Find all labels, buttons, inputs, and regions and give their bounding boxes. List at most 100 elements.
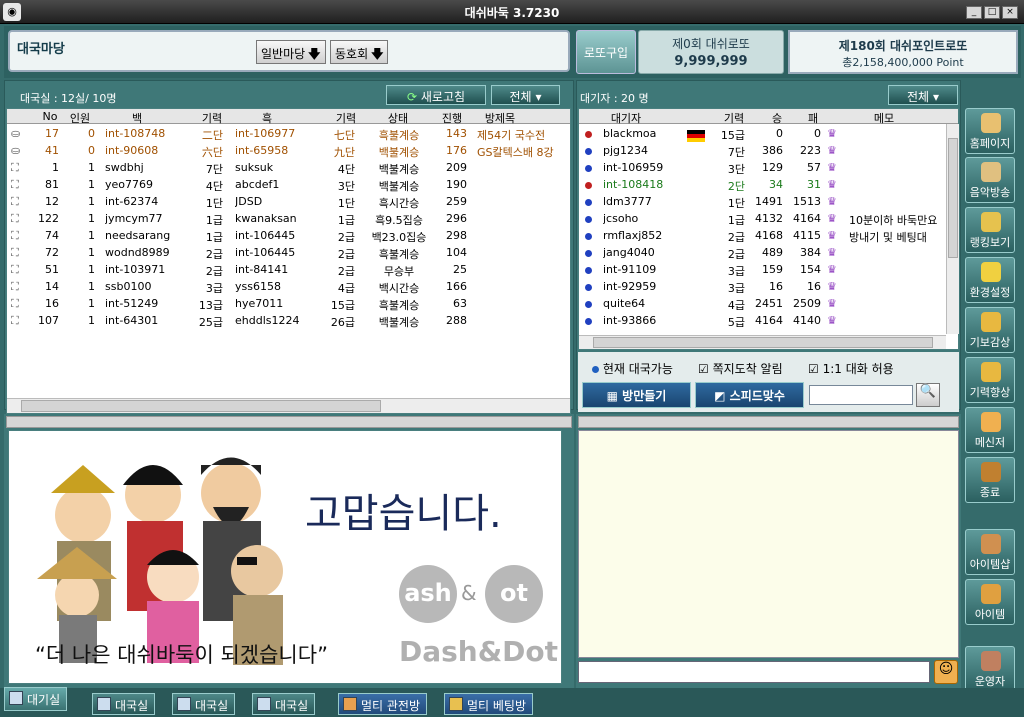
- window-title: 대쉬바둑 3.7230: [464, 6, 560, 20]
- note-alert-checkbox[interactable]: ☑ 쪽지도착 알림: [698, 360, 783, 377]
- list-item[interactable]: quite64 4급 2451 2509 ♛: [579, 296, 946, 313]
- table-row[interactable]: ⛶ 81 1 yeo7769 4단 abcdef1 3단 백불계승 190: [7, 177, 570, 194]
- cell-black: yss6158: [235, 280, 281, 293]
- club-select[interactable]: 동호회 🡇: [330, 40, 389, 64]
- list-item[interactable]: int-108418 2단 34 31 ♛: [579, 177, 946, 194]
- tab-multi-watch[interactable]: 멀티 관전방: [338, 693, 428, 715]
- cell-black: abcdef1: [235, 178, 280, 191]
- point-round: 제180회 대쉬포인트로또: [838, 39, 968, 53]
- cell-wr: 1단: [205, 197, 223, 210]
- cell-moves: 104: [446, 246, 467, 259]
- table-row[interactable]: ⛶ 16 1 int-51249 13급 hye7011 15급 흑불계승 63: [7, 296, 570, 313]
- waiting-filter-select[interactable]: 전체 ▾: [888, 85, 958, 105]
- lobby-type-select[interactable]: 일반마당 🡇: [256, 40, 326, 64]
- tab-multi-bet[interactable]: 멀티 베팅방: [444, 693, 534, 715]
- cell-cnt: 0: [88, 127, 95, 140]
- cell-win: 129: [762, 161, 783, 174]
- list-item[interactable]: int-106959 3단 129 57 ♛: [579, 160, 946, 177]
- sidebar-item-item-box[interactable]: 아이템: [965, 579, 1015, 625]
- sidebar-item-settings[interactable]: 환경설정: [965, 257, 1015, 303]
- cell-cnt: 1: [88, 178, 95, 191]
- cell-state: 흑불계승: [378, 129, 420, 142]
- cell-br: 2급: [337, 231, 355, 244]
- scroll-thumb[interactable]: [21, 400, 381, 412]
- cell-loss: 0: [814, 127, 821, 140]
- room-hscrollbar[interactable]: [7, 398, 570, 413]
- search-button[interactable]: 🔍: [916, 383, 940, 407]
- sidebar-item-music[interactable]: 음악방송: [965, 157, 1015, 203]
- table-row[interactable]: ⛶ 14 1 ssb0100 3급 yss6158 4급 백시간승 166: [7, 279, 570, 296]
- cell-loss: 16: [807, 280, 821, 293]
- cell-win: 1491: [755, 195, 783, 208]
- chat-input[interactable]: [578, 661, 930, 683]
- sidebar-item-exit[interactable]: 종료: [965, 457, 1015, 503]
- list-item[interactable]: jang4040 2급 489 384 ♛: [579, 245, 946, 262]
- list-item[interactable]: jcsoho 1급 4132 4164 10분이하 바둑만요 ♛: [579, 211, 946, 228]
- list-item[interactable]: int-93866 5급 4164 4140 ♛: [579, 313, 946, 330]
- cell-no: 107: [38, 314, 59, 327]
- list-item[interactable]: int-91109 3급 159 154 ♛: [579, 262, 946, 279]
- table-row[interactable]: ⛶ 107 1 int-64301 25급 ehddls1224 26급 백불계승 288: [7, 313, 570, 330]
- tab-game-1[interactable]: 대국실: [92, 693, 156, 715]
- waiting-hscrollbar[interactable]: [579, 335, 946, 349]
- table-row[interactable]: ⛶ 12 1 int-62374 1단 JDSD 1단 흑시간승 259: [7, 194, 570, 211]
- cell-loss: 31: [807, 178, 821, 191]
- lobby-title: 대국마당: [17, 42, 65, 57]
- waiting-vscrollbar[interactable]: [946, 124, 959, 334]
- room-filter-select[interactable]: 전체 ▾: [491, 85, 560, 105]
- cell-br: 3단: [337, 180, 355, 193]
- sidebar-item-board[interactable]: 기보감상: [965, 307, 1015, 353]
- chat-log: [578, 430, 959, 658]
- table-row[interactable]: ⛶ 1 1 swdbhj 7단 suksuk 4단 백불계승 209: [7, 160, 570, 177]
- cell-no: 51: [45, 263, 59, 276]
- banner-splitter[interactable]: [6, 416, 572, 428]
- scroll-thumb[interactable]: [593, 337, 933, 348]
- close-button[interactable]: ×: [1002, 6, 1018, 19]
- chat-splitter[interactable]: [578, 416, 959, 428]
- table-row[interactable]: ⛶ 72 1 wodnd8989 2급 int-106445 2급 흑불계승 104: [7, 245, 570, 262]
- tab-waiting-room[interactable]: 대기실: [4, 687, 68, 711]
- table-row[interactable]: ⛶ 122 1 jymcym77 1급 kwanaksan 1급 흑9.5집승 296: [7, 211, 570, 228]
- speed-match-button[interactable]: ◩ 스피드맞수: [695, 382, 804, 408]
- maximize-button[interactable]: □: [984, 6, 1000, 19]
- col-black-rank: 기력: [335, 112, 357, 125]
- make-room-button[interactable]: ▦ 방만들기: [582, 382, 691, 408]
- sidebar-item-home[interactable]: 홈페이지: [965, 108, 1015, 154]
- cell-wr: 3급: [205, 282, 223, 295]
- tab-game-2[interactable]: 대국실: [172, 693, 236, 715]
- search-input[interactable]: [809, 385, 913, 405]
- tab-game-3[interactable]: 대국실: [252, 693, 316, 715]
- table-row[interactable]: ⛀ 41 0 int-90608 六단 int-65958 九단 백불계승 176 GS칼텍스배 …: [7, 143, 570, 160]
- list-item[interactable]: ldm3777 1단 1491 1513 ♛: [579, 194, 946, 211]
- scroll-thumb[interactable]: [948, 138, 958, 258]
- list-item[interactable]: rmflaxj852 2급 4168 4115 방내기 및 베팅대 ♛: [579, 228, 946, 245]
- cell-black: JDSD: [235, 195, 263, 208]
- cell-white: int-62374: [105, 195, 159, 208]
- cell-no: 17: [45, 127, 59, 140]
- table-row[interactable]: ⛀ 17 0 int-108748 二단 int-106977 七단 흑불계승 143 제54기 …: [7, 126, 570, 143]
- lotto-buy-button[interactable]: 로또구입: [576, 30, 636, 74]
- cell-no: 16: [45, 297, 59, 310]
- sidebar-item-grid[interactable]: 기력향상: [965, 357, 1015, 403]
- chat-allow-checkbox[interactable]: ☑ 1:1 대화 허용: [808, 360, 894, 377]
- cell-moves: 298: [446, 229, 467, 242]
- minimize-button[interactable]: _: [966, 6, 982, 19]
- cell-cnt: 1: [88, 212, 95, 225]
- list-item[interactable]: int-92959 3급 16 16 ♛: [579, 279, 946, 296]
- list-item[interactable]: pjg1234 7단 386 223 ♛: [579, 143, 946, 160]
- cell-cnt: 1: [88, 229, 95, 242]
- sidebar-item-trophy[interactable]: 랭킹보기: [965, 207, 1015, 253]
- table-row[interactable]: ⛶ 51 1 int-103971 2급 int-84141 2급 무승부 25: [7, 262, 570, 279]
- sidebar-item-shop[interactable]: 아이템샵: [965, 529, 1015, 575]
- refresh-button[interactable]: ⟳ 새로고침: [386, 85, 486, 105]
- sidebar-item-operator[interactable]: 운영자: [965, 646, 1015, 692]
- cell-black: suksuk: [235, 161, 274, 174]
- cell-moves: 296: [446, 212, 467, 225]
- game-status-icon: ⛶: [11, 246, 19, 259]
- sidebar-item-label: 종료: [979, 486, 1001, 499]
- cell-win: 4164: [755, 314, 783, 327]
- table-row[interactable]: ⛶ 74 1 needsarang 1급 int-106445 2급 백23.0집승 298: [7, 228, 570, 245]
- emoticon-button[interactable]: ☺: [934, 660, 958, 684]
- sidebar-item-messenger[interactable]: 메신저: [965, 407, 1015, 453]
- list-item[interactable]: blackmoa 15급 0 0 ♛: [579, 126, 946, 143]
